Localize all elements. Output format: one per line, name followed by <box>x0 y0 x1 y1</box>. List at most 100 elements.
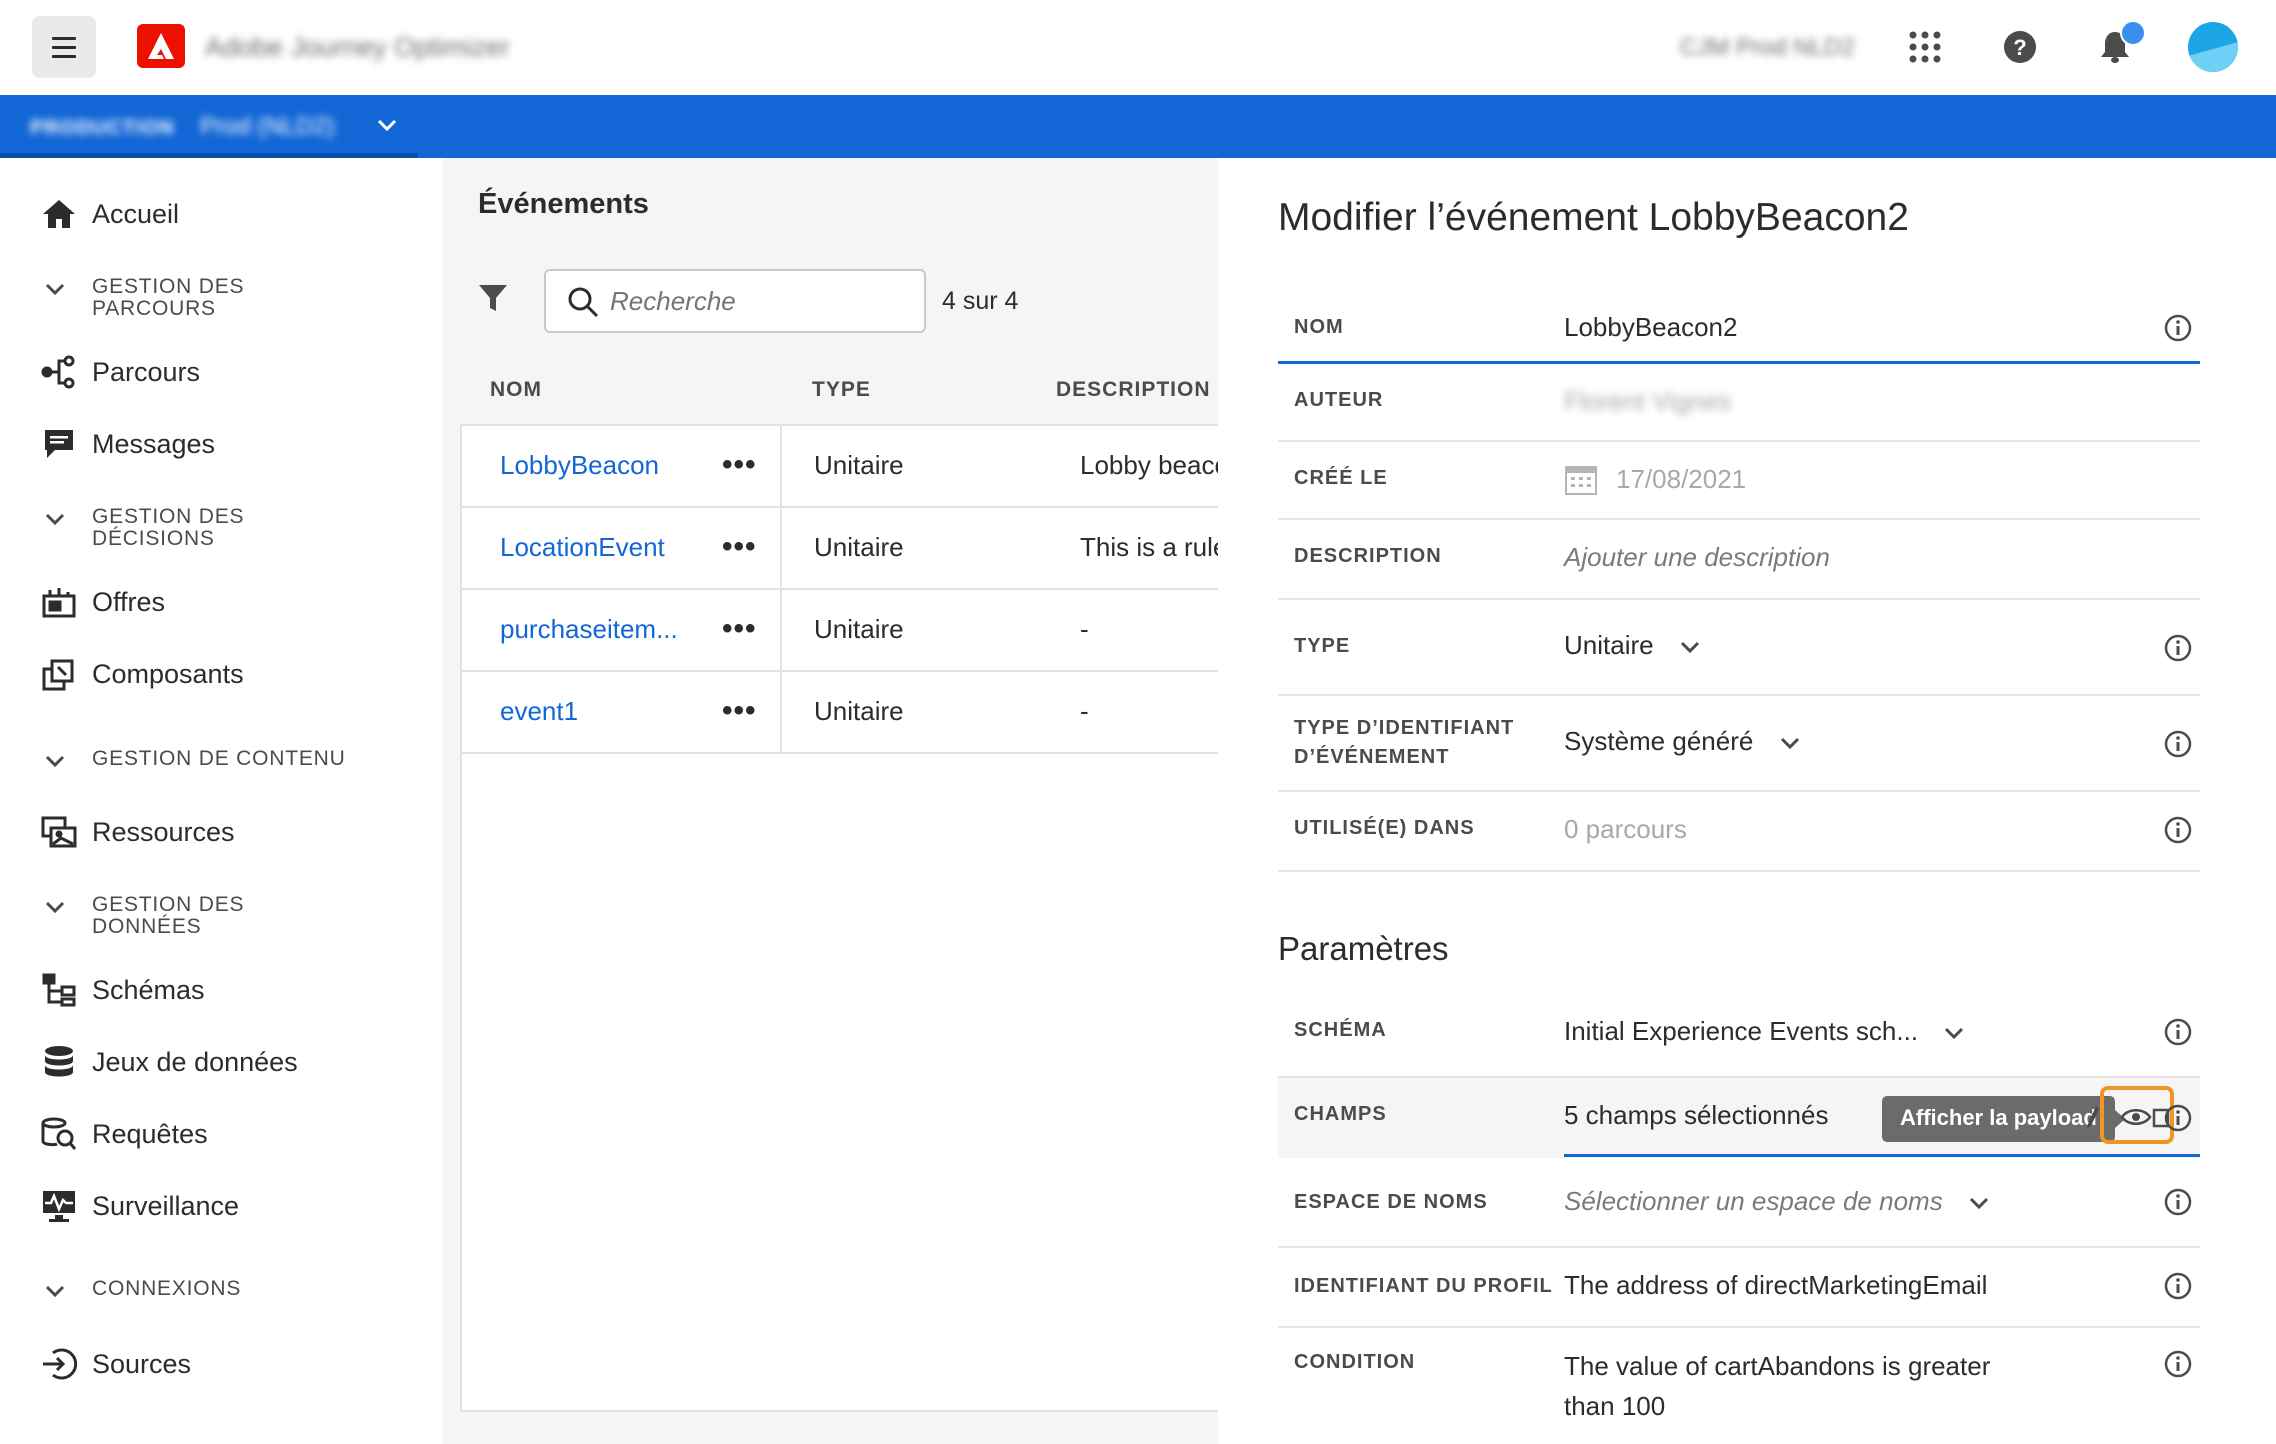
event-type: Unitaire <box>814 696 904 726</box>
used-in-field: UTILISÉ(E) DANS 0 parcours <box>1278 792 2200 872</box>
chevron-down-icon <box>1969 1198 1988 1210</box>
chevron-down-icon <box>44 754 72 773</box>
filter-icon[interactable] <box>477 282 509 319</box>
sidebar-item-monitoring[interactable]: Surveillance <box>40 1186 239 1226</box>
event-type: Unitaire <box>814 614 904 644</box>
more-actions-icon[interactable]: ••• <box>722 530 757 564</box>
database-icon <box>40 1043 78 1081</box>
search-icon <box>566 285 600 324</box>
schema-field[interactable]: SCHÉMA Initial Experience Events sch... <box>1278 994 2200 1078</box>
sidebar-item-components[interactable]: Composants <box>40 654 244 694</box>
column-header-name[interactable]: NOM <box>490 378 542 402</box>
sidebar-item-sources[interactable]: Sources <box>40 1344 191 1384</box>
chevron-down-icon[interactable] <box>376 117 398 138</box>
table-row[interactable]: LocationEvent ••• Unitaire This is a rul… <box>462 508 1220 590</box>
menu-toggle-button[interactable] <box>32 16 96 78</box>
info-icon[interactable] <box>2164 730 2192 758</box>
description-input[interactable]: Ajouter une description <box>1564 542 1830 573</box>
sidebar-item-datasets[interactable]: Jeux de données <box>40 1042 298 1082</box>
condition-value[interactable]: The value of cartAbandons is greater tha… <box>1564 1346 2014 1426</box>
info-icon[interactable] <box>2164 816 2192 844</box>
info-icon[interactable] <box>2164 1104 2192 1132</box>
monitoring-icon <box>40 1187 78 1225</box>
components-icon <box>40 655 78 693</box>
sidebar-section-connections[interactable]: CONNEXIONS <box>44 1278 292 1303</box>
sidebar-item-messages[interactable]: Messages <box>40 424 215 464</box>
event-description: This is a rule-b <box>1080 532 1220 562</box>
author-field: AUTEUR Florent Vignes <box>1278 364 2200 442</box>
info-icon[interactable] <box>2164 634 2192 662</box>
sidebar-item-home[interactable]: Accueil <box>40 194 179 234</box>
name-input[interactable]: LobbyBeacon2 <box>1564 312 1737 343</box>
sidebar-section-decisions[interactable]: GESTION DES DÉCISIONS <box>44 506 292 550</box>
event-type: Unitaire <box>814 532 904 562</box>
column-header-type[interactable]: TYPE <box>812 378 871 402</box>
sandbox-label: PRODUCTION <box>30 117 175 139</box>
more-actions-icon[interactable]: ••• <box>722 612 757 646</box>
event-description: Lobby beacon <box>1080 450 1220 480</box>
event-name-link[interactable]: event1 <box>500 696 578 727</box>
info-icon[interactable] <box>2164 1272 2192 1300</box>
app-switcher-icon[interactable] <box>1900 22 1950 72</box>
sidebar-item-offers[interactable]: Offres <box>40 582 165 622</box>
hamburger-icon <box>52 34 76 61</box>
view-payload-tooltip: Afficher la payload <box>1882 1096 2125 1142</box>
sidebar-section-data[interactable]: GESTION DES DONNÉES <box>44 894 292 938</box>
namespace-select[interactable]: Sélectionner un espace de noms <box>1564 1186 1990 1217</box>
search-input[interactable] <box>610 281 910 321</box>
eye-icon[interactable] <box>2120 1106 2152 1128</box>
description-field[interactable]: DESCRIPTION Ajouter une description <box>1278 520 2200 600</box>
org-switcher[interactable]: CJM Prod NLD2 <box>1680 34 1855 62</box>
table-row[interactable]: purchaseitem... ••• Unitaire - <box>462 590 1220 672</box>
event-id-type-select[interactable]: Système généré <box>1564 726 1801 757</box>
table-row[interactable]: event1 ••• Unitaire - <box>462 672 1220 754</box>
events-table: LobbyBeacon ••• Unitaire Lobby beacon Lo… <box>460 424 1220 1412</box>
schema-select[interactable]: Initial Experience Events sch... <box>1564 1016 1965 1047</box>
more-actions-icon[interactable]: ••• <box>722 448 757 482</box>
help-icon[interactable]: ? <box>1995 22 2045 72</box>
author-value: Florent Vignes <box>1564 386 1732 416</box>
condition-field[interactable]: CONDITION The value of cartAbandons is g… <box>1278 1328 2200 1444</box>
event-name-link[interactable]: purchaseitem... <box>500 614 678 645</box>
event-id-type-field[interactable]: TYPE D’IDENTIFIANT D’ÉVÉNEMENT Système g… <box>1278 696 2200 792</box>
app-title: Adobe Journey Optimizer <box>205 32 510 62</box>
fields-field[interactable]: CHAMPS 5 champs sélectionnés Afficher la… <box>1278 1078 2200 1158</box>
event-name-link[interactable]: LocationEvent <box>500 532 665 563</box>
table-row[interactable]: LobbyBeacon ••• Unitaire Lobby beacon <box>462 426 1220 508</box>
home-icon <box>40 195 78 233</box>
name-field[interactable]: NOM LobbyBeacon2 <box>1278 296 2200 364</box>
namespace-field[interactable]: ESPACE DE NOMS Sélectionner un espace de… <box>1278 1158 2200 1248</box>
top-bar: Adobe Journey Optimizer CJM Prod NLD2 ? <box>0 0 2276 95</box>
user-avatar[interactable] <box>2188 22 2238 72</box>
sandbox-switcher[interactable]: Prod (NLD2) <box>200 113 335 141</box>
type-field[interactable]: TYPE Unitaire <box>1278 600 2200 696</box>
info-icon[interactable] <box>2164 314 2192 342</box>
info-icon[interactable] <box>2164 1188 2192 1216</box>
info-icon[interactable] <box>2164 1018 2192 1046</box>
sidebar-item-assets[interactable]: Ressources <box>40 812 235 852</box>
created-field: CRÉÉ LE 17/08/2021 <box>1278 442 2200 520</box>
sidebar-section-journeys[interactable]: GESTION DES PARCOURS <box>44 276 292 320</box>
chevron-down-icon <box>1780 738 1799 750</box>
sidebar-section-content[interactable]: GESTION DE CONTENU <box>44 748 352 773</box>
sandbox-bar: PRODUCTION Prod (NLD2) <box>0 95 2276 158</box>
events-list-panel: Événements 4 sur 4 NOM TYPE DESCRIPTION … <box>442 158 1220 1444</box>
more-actions-icon[interactable]: ••• <box>722 694 757 728</box>
panel-title: Modifier l’événement LobbyBeacon2 <box>1278 196 1909 239</box>
message-icon <box>40 425 78 463</box>
event-name-link[interactable]: LobbyBeacon <box>500 450 659 481</box>
result-count: 4 sur 4 <box>942 287 1019 315</box>
sidebar-item-journeys[interactable]: Parcours <box>40 352 200 392</box>
query-icon <box>40 1115 78 1153</box>
search-field[interactable] <box>544 269 926 333</box>
adobe-logo[interactable] <box>137 24 185 68</box>
chevron-down-icon <box>1680 642 1699 654</box>
info-icon[interactable] <box>2164 1350 2192 1378</box>
profile-id-value[interactable]: The address of directMarketingEmail <box>1564 1270 1987 1301</box>
type-select[interactable]: Unitaire <box>1564 630 1701 661</box>
profile-id-field[interactable]: IDENTIFIANT DU PROFIL The address of dir… <box>1278 1248 2200 1328</box>
edit-pencil-icon[interactable] <box>2086 1104 2100 1130</box>
column-header-description[interactable]: DESCRIPTION <box>1056 378 1211 402</box>
sidebar-item-schemas[interactable]: Schémas <box>40 970 205 1010</box>
sidebar-item-queries[interactable]: Requêtes <box>40 1114 208 1154</box>
